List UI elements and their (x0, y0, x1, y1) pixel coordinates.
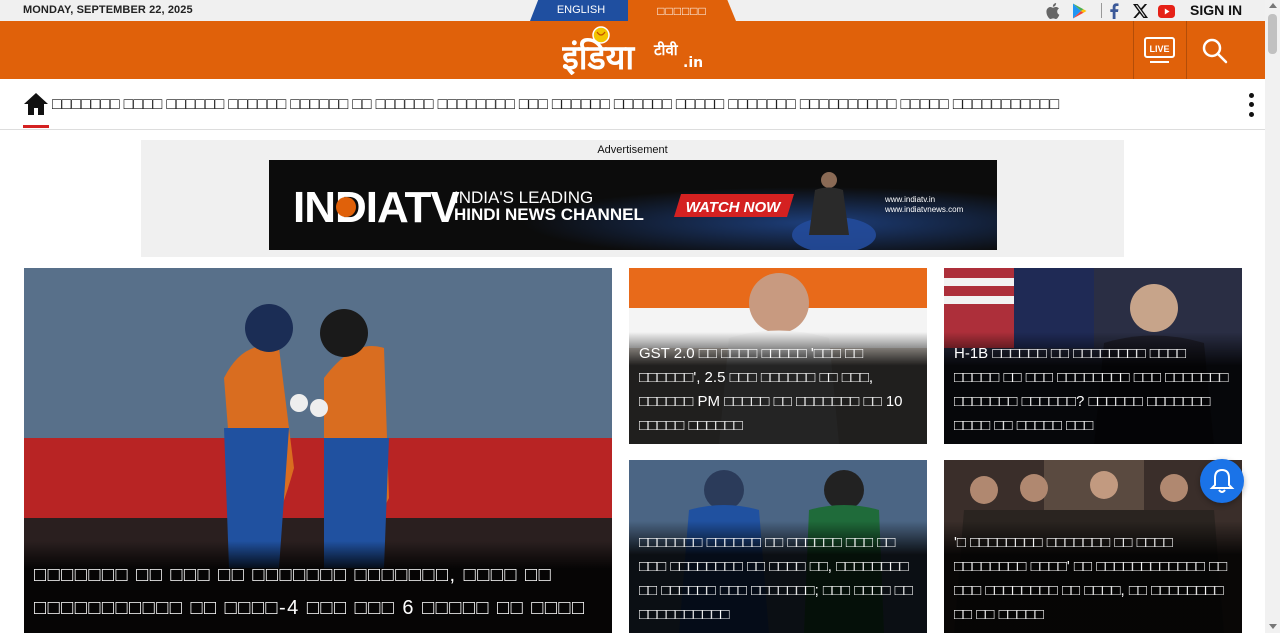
ad-banner[interactable]: INDIATV INDIA'S LEADING HINDI NEWS CHANN… (269, 160, 997, 250)
nav-item-label: □□□□□□ (166, 96, 225, 113)
sign-in-link[interactable]: SIGN IN (1190, 2, 1242, 18)
top-utility-bar: MONDAY, SEPTEMBER 22, 2025 ENGLISH □□□□□… (0, 0, 1265, 21)
story-headline[interactable]: GST 2.0 □□ □□□□ □□□□□ '□□□ □□ □□□□□□', 2… (629, 332, 927, 444)
nav-item[interactable]: □□□□□□ (374, 96, 436, 114)
x-icon[interactable] (1133, 3, 1148, 19)
live-tv-button[interactable]: LIVE (1133, 21, 1187, 79)
nav-item-label: □□□□□ (675, 96, 725, 113)
notification-bell-icon[interactable] (1200, 459, 1244, 503)
nav-item-label: □□□□□ (900, 96, 949, 113)
nav-items: □□□□□□□□□□□□□□□□□□□□□□□NEW□□□□□□□□NEW□□□… (50, 96, 1240, 114)
nav-item[interactable]: □□□□□□□ (726, 96, 798, 114)
main-navigation: □□□□□□□□□□□□□□□□□□□□□□□NEW□□□□□□□□NEW□□□… (0, 79, 1265, 130)
story-headline[interactable]: '□ □□□□□□□□ □□□□□□□ □□ □□□□ □□□□□□□□ □□□… (944, 521, 1242, 633)
lead-story-headline[interactable]: □□□□□□□ □□ □□□ □□ □□□□□□□ □□□□□□□, □□□□ … (24, 541, 612, 633)
youtube-icon[interactable] (1158, 3, 1175, 19)
facebook-icon[interactable] (1109, 3, 1119, 19)
nav-item-label: □□□□□□ (228, 96, 287, 113)
nav-item[interactable]: □□□□□□ (612, 96, 674, 114)
nav-item[interactable]: □□□□□□ (164, 96, 226, 114)
nav-item[interactable]: □□□□□ (674, 96, 726, 114)
nav-item-label: □□□□□□ (551, 96, 610, 113)
search-icon[interactable] (1198, 34, 1232, 68)
nav-item[interactable]: □□□□□□ (550, 96, 612, 114)
nav-item-label: □□□□□□□ (728, 96, 796, 113)
nav-item[interactable]: □□NEW (350, 96, 373, 114)
nav-item-label: □□□□□□□ (52, 96, 120, 113)
live-label: LIVE (1149, 44, 1169, 54)
ad-cta: WATCH NOW (686, 199, 783, 216)
nav-item[interactable]: □□□□□□□□ (436, 96, 517, 114)
scroll-thumb[interactable] (1268, 14, 1277, 54)
nav-item[interactable]: □□□□ (122, 96, 165, 114)
logo-domain-text: .in (683, 55, 703, 71)
advertisement-slot: Advertisement INDIATV INDIA'S LEADING HI… (141, 140, 1124, 257)
logo-sub-text: टीवी (653, 41, 679, 59)
nav-item[interactable]: □□□□□□□□□□ (798, 96, 899, 114)
story-headline[interactable]: □□□□□□□ □□□□□□ □□ □□□□□□ □□□ □□ □□□ □□□□… (629, 521, 927, 633)
india-tv-logo[interactable]: इंडिया टीवी .in (561, 25, 707, 78)
nav-item-label: □□□□□□□□□□□ (952, 96, 1060, 113)
language-english-tab[interactable]: ENGLISH (530, 0, 632, 21)
nav-item[interactable]: □□□□□ (898, 96, 950, 114)
nav-item-label: □□□□□□ (290, 96, 349, 113)
ad-url-1: www.indiatv.in (884, 195, 935, 204)
story-headline[interactable]: H-1B □□□□□□ □□ □□□□□□□□ □□□□ □□□□□ □□ □□… (944, 332, 1242, 444)
ad-url-2: www.indiatvnews.com (884, 205, 964, 214)
nav-item-label: □□ (352, 96, 372, 113)
scroll-up-arrow-icon[interactable] (1269, 3, 1277, 8)
site-header: इंडिया टीवी .in LIVE (0, 21, 1265, 79)
logo-main-text: इंडिया (562, 37, 635, 75)
advertisement-label: Advertisement (597, 144, 668, 156)
nav-item-label: □□□□□□□□□□ (799, 96, 897, 113)
current-date: MONDAY, SEPTEMBER 22, 2025 (23, 4, 193, 16)
story-card-h1b[interactable]: H-1B □□□□□□ □□ □□□□□□□□ □□□□ □□□□□ □□ □□… (944, 268, 1242, 444)
nav-item-label: □□□□□□□□ (437, 96, 515, 113)
apple-icon[interactable] (1046, 3, 1060, 19)
story-card-cricket[interactable]: □□□□□□□ □□□□□□ □□ □□□□□□ □□□ □□ □□□ □□□□… (629, 460, 927, 633)
nav-item-label: □□□ (518, 96, 548, 113)
divider (1101, 3, 1102, 18)
nav-item[interactable]: □□□□□□ (288, 96, 350, 114)
home-icon[interactable] (23, 91, 49, 129)
active-tab-indicator (23, 125, 49, 128)
google-play-icon[interactable] (1072, 3, 1087, 19)
story-card-gst[interactable]: GST 2.0 □□ □□□□ □□□□□ '□□□ □□ □□□□□□', 2… (629, 268, 927, 444)
lead-story-card[interactable]: □□□□□□□ □□ □□□ □□ □□□□□□□ □□□□□□□, □□□□ … (24, 268, 612, 633)
scroll-down-arrow-icon[interactable] (1269, 624, 1277, 629)
language-hindi-tab[interactable]: □□□□□□ (628, 0, 736, 21)
ad-headline-2: HINDI NEWS CHANNEL (454, 205, 644, 224)
nav-item[interactable]: □□□ (517, 96, 550, 114)
nav-item-label: □□□□□□ (613, 96, 672, 113)
ad-brand: INDIATV (293, 183, 460, 232)
nav-item-label: □□□□□□ (375, 96, 434, 113)
nav-item[interactable]: □□□□□□NEW (226, 96, 288, 114)
story-card-bollywood[interactable]: '□ □□□□□□□□ □□□□□□□ □□ □□□□ □□□□□□□□ □□□… (944, 460, 1242, 633)
more-menu-icon[interactable] (1247, 91, 1255, 119)
page-scrollbar[interactable] (1265, 0, 1280, 633)
nav-item[interactable]: □□□□□□□□□□□ (951, 96, 1061, 114)
nav-item-label: □□□□ (123, 96, 163, 113)
nav-item[interactable]: □□□□□□□ (50, 96, 122, 114)
